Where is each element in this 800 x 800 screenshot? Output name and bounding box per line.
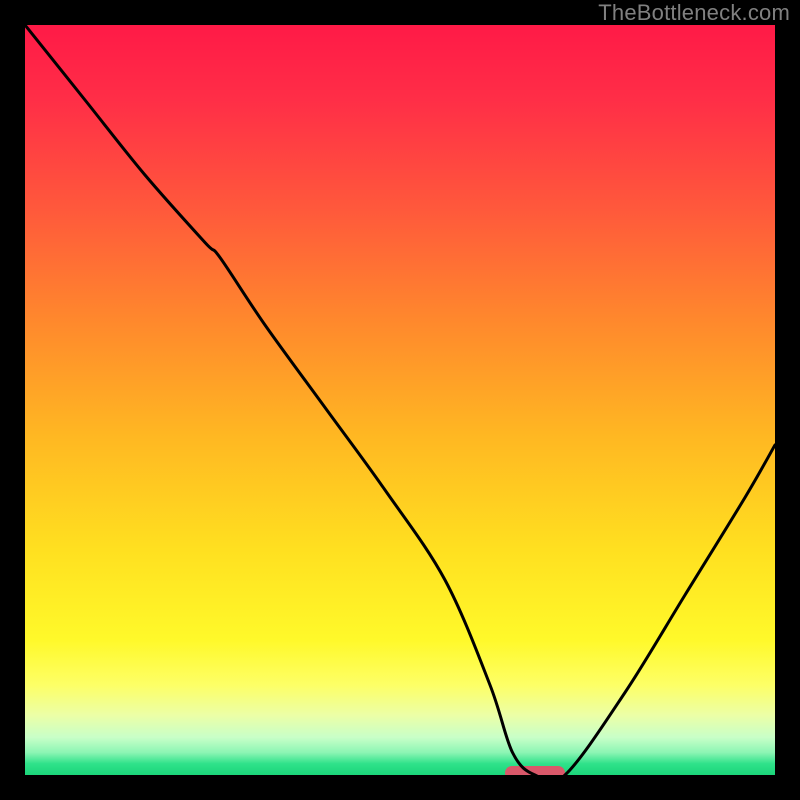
bottleneck-curve: [25, 25, 775, 775]
plot-area: [25, 25, 775, 775]
watermark-text: TheBottleneck.com: [598, 0, 790, 26]
chart-frame: TheBottleneck.com: [0, 0, 800, 800]
